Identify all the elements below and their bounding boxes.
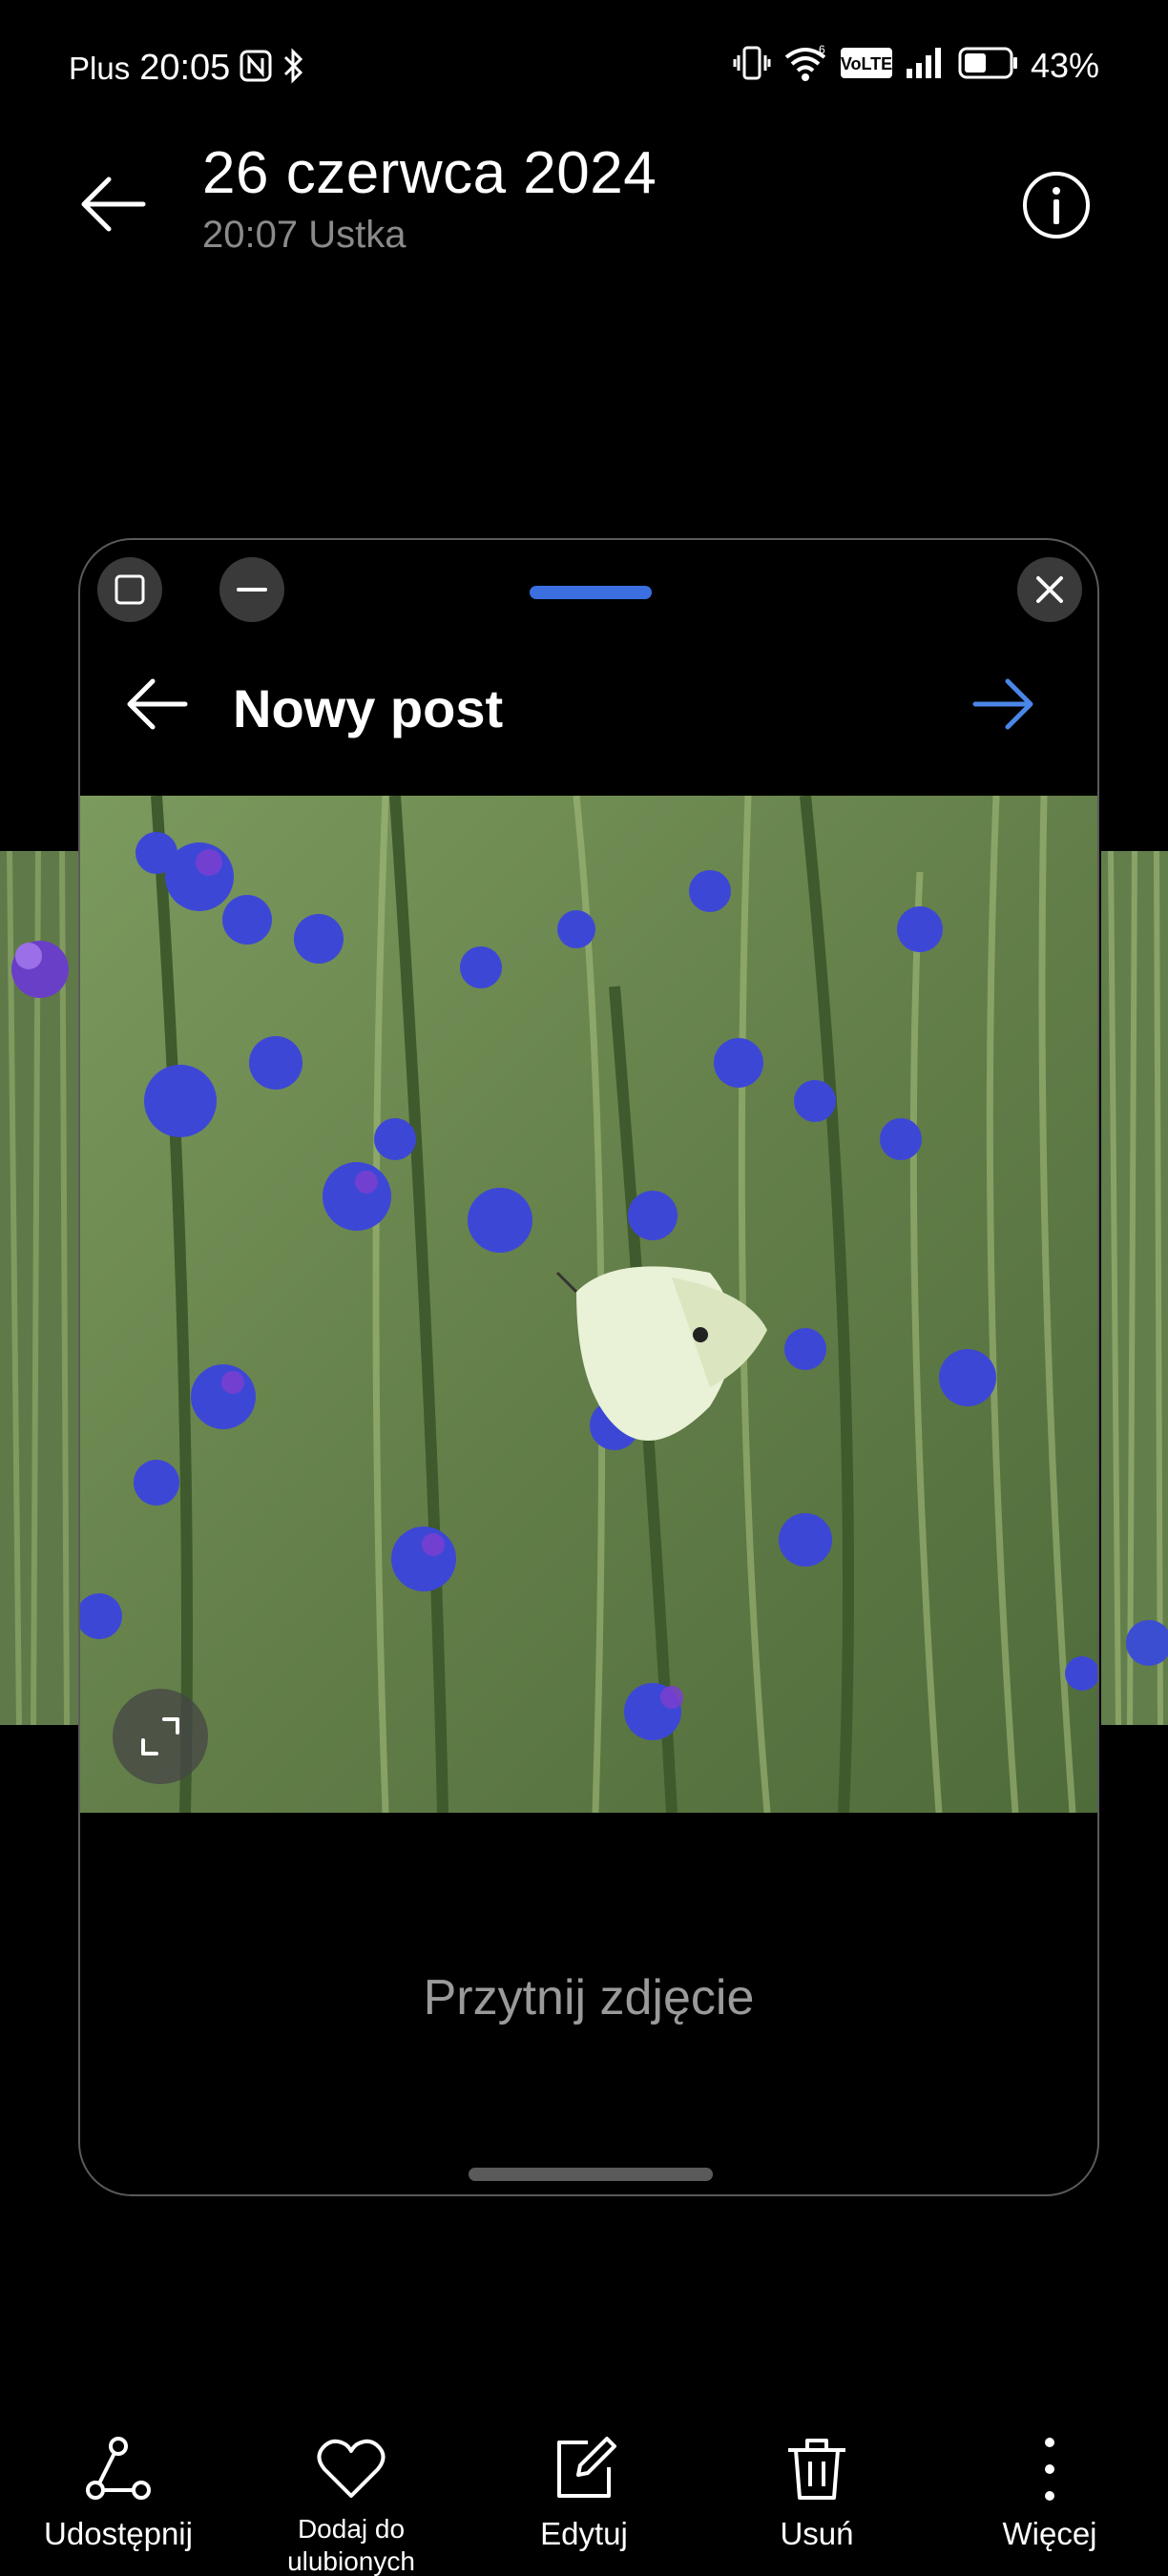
- page-subtitle: 20:07 Ustka: [202, 214, 407, 256]
- edit-icon: [557, 2437, 616, 2498]
- delete-label: Usuń: [780, 2516, 854, 2551]
- favorite-label: Dodaj do ulubionych: [287, 2514, 415, 2576]
- share-button[interactable]: Udostępnij: [4, 2431, 233, 2551]
- arrow-right-icon[interactable]: [970, 670, 1038, 738]
- status-right: 6 VoLTE 43%: [733, 43, 1099, 87]
- signal-icon: [905, 46, 947, 85]
- crop-photo-label[interactable]: Przytnij zdjęcie: [80, 1969, 1097, 2026]
- minimize-icon[interactable]: [219, 557, 284, 622]
- edit-label: Edytuj: [540, 2516, 628, 2551]
- vibrate-icon: [733, 44, 771, 87]
- info-icon[interactable]: [1021, 170, 1092, 240]
- previous-photo-preview[interactable]: [0, 851, 80, 1725]
- carrier-label: Plus: [69, 50, 131, 86]
- status-left: Plus 20:05: [69, 48, 306, 89]
- next-photo-preview[interactable]: [1101, 851, 1168, 1725]
- bottom-toolbar: Udostępnij Dodaj do ulubionych Edytuj Us…: [0, 2404, 1168, 2576]
- expand-icon[interactable]: [113, 1689, 208, 1784]
- more-vertical-icon: [1045, 2438, 1054, 2501]
- new-post-header: Nowy post: [80, 635, 1097, 769]
- status-time: 20:05: [139, 48, 231, 88]
- volte-icon: VoLTE: [840, 47, 893, 84]
- arrow-left-icon[interactable]: [76, 168, 149, 240]
- butterfly-flowers-image: [80, 796, 1097, 1813]
- edit-button[interactable]: Edytuj: [469, 2431, 699, 2551]
- heart-icon: [317, 2439, 386, 2498]
- battery-percent: 43%: [1030, 45, 1099, 85]
- svg-text:VoLTE: VoLTE: [841, 54, 892, 73]
- drag-handle[interactable]: [530, 586, 652, 599]
- floating-window[interactable]: Nowy post Przytnij zdjęcie: [78, 538, 1099, 2196]
- svg-text:6: 6: [819, 44, 825, 56]
- photo-preview[interactable]: [80, 796, 1097, 1813]
- arrow-left-icon[interactable]: [122, 670, 191, 738]
- favorite-button[interactable]: Dodaj do ulubionych: [237, 2431, 466, 2576]
- wifi-icon: 6: [782, 43, 828, 87]
- close-icon[interactable]: [1017, 557, 1082, 622]
- page-title: 26 czerwca 2024: [202, 140, 657, 206]
- maximize-icon[interactable]: [97, 557, 162, 622]
- share-label: Udostępnij: [44, 2516, 193, 2551]
- new-post-title: Nowy post: [233, 678, 504, 738]
- trash-icon: [788, 2439, 845, 2500]
- share-icon: [86, 2437, 151, 2500]
- window-home-bar[interactable]: [469, 2168, 713, 2181]
- more-label: Więcej: [1002, 2516, 1097, 2551]
- delete-button[interactable]: Usuń: [702, 2431, 931, 2551]
- photo-header: 26 czerwca 2024 20:07 Ustka: [0, 134, 1168, 277]
- more-button[interactable]: Więcej: [935, 2431, 1164, 2551]
- bluetooth-icon: [282, 48, 306, 89]
- status-bar: Plus 20:05 6 VoLTE 43%: [0, 0, 1168, 134]
- nfc-icon: [240, 50, 272, 87]
- battery-icon: [958, 46, 1019, 85]
